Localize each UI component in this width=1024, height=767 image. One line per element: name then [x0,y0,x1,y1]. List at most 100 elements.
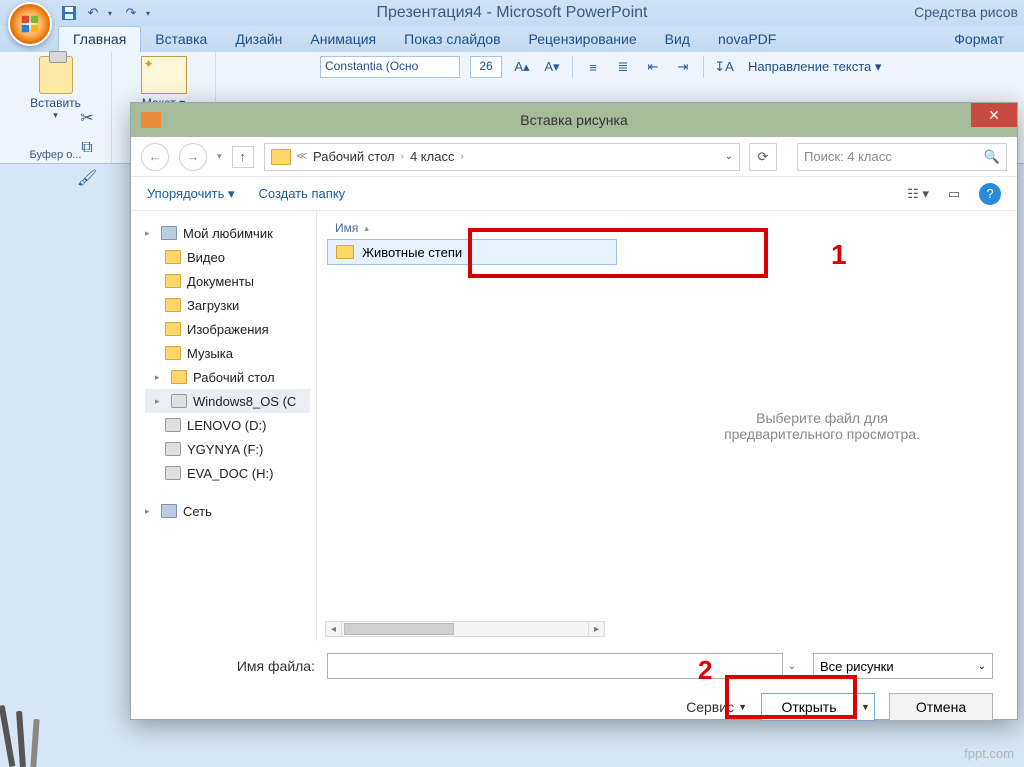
tree-lenovo[interactable]: LENOVO (D:) [145,413,310,437]
column-header-name[interactable]: Имя ▴ [327,217,617,239]
tab-home[interactable]: Главная [58,26,141,52]
filename-input[interactable] [327,653,783,679]
filename-dropdown-icon[interactable]: ⌄ [783,661,801,672]
folder-icon [271,149,291,165]
folder-icon [165,322,181,336]
dialog-footer: Имя файла: ⌄ Все рисунки ⌄ Сервис▼ Откры… [131,641,1017,733]
address-bar[interactable]: ≪ Рабочий стол › 4 класс › ⌄ [264,143,740,171]
file-type-filter[interactable]: Все рисунки ⌄ [813,653,993,679]
tree-music[interactable]: Музыка [145,341,310,365]
disk-icon [165,418,181,432]
window-title: Презентация4 - Microsoft PowerPoint [0,4,1024,22]
numbering-icon[interactable]: ≣ [613,57,633,77]
tree-ygynya[interactable]: YGYNYA (F:) [145,437,310,461]
scroll-right-icon[interactable]: ▸ [588,622,604,636]
tree-favorites[interactable]: ▸Мой любимчик [145,221,310,245]
tab-animation[interactable]: Анимация [296,27,390,52]
context-tools-label: Средства рисов [914,4,1018,20]
chevron-right-icon: ≪ [297,151,307,162]
chevron-down-icon: ▼ [738,702,747,712]
open-button[interactable]: Открыть ▼ [761,693,875,721]
grow-font-icon[interactable]: A▴ [512,57,532,77]
insert-picture-dialog: Вставка рисунка ✕ ← → ▾ ↑ ≪ Рабочий стол… [130,102,1018,720]
folder-icon [165,274,181,288]
copy-icon[interactable]: ⧉ [78,140,96,156]
shrink-font-icon[interactable]: A▾ [542,57,562,77]
text-direction-icon[interactable]: ↧A [714,57,734,77]
breadcrumb-4class[interactable]: 4 класс [410,149,455,164]
tree-windows8[interactable]: ▸Windows8_OS (C [145,389,310,413]
tree-video[interactable]: Видео [145,245,310,269]
disk-icon [165,442,181,456]
refresh-button[interactable]: ⟳ [749,143,777,171]
nav-back-button[interactable]: ← [141,143,169,171]
preview-pane-icon[interactable]: ▭ [943,183,965,205]
pencils-decoration [0,697,60,767]
list-item[interactable]: Животные степи [327,239,617,265]
tab-design[interactable]: Дизайн [221,27,296,52]
tree-evadoc[interactable]: EVA_DOC (H:) [145,461,310,485]
tree-images[interactable]: Изображения [145,317,310,341]
tab-review[interactable]: Рецензирование [515,27,651,52]
folder-icon [171,370,187,384]
tab-slideshow[interactable]: Показ слайдов [390,27,514,52]
paste-button[interactable]: Вставить ▾ [30,56,81,121]
new-folder-button[interactable]: Создать папку [259,186,346,201]
separator [572,56,573,78]
cut-icon[interactable]: ✂ [78,110,96,126]
file-list[interactable]: Имя ▴ Животные степи ◂ ▸ [317,211,627,641]
folder-icon [165,298,181,312]
dialog-title: Вставка рисунка [131,112,1017,128]
tree-downloads[interactable]: Загрузки [145,293,310,317]
tab-format[interactable]: Формат [940,27,1018,52]
scroll-left-icon[interactable]: ◂ [326,622,342,636]
history-dropdown-icon[interactable]: ▾ [217,151,222,162]
scroll-thumb[interactable] [344,623,454,635]
chevron-down-icon: ▾ [53,110,58,121]
preview-placeholder: Выберите файл для предварительного просм… [702,410,942,442]
text-direction-button[interactable]: Направление текста ▾ [744,57,885,77]
view-details-icon[interactable]: ☷ ▾ [907,183,929,205]
file-name: Животные степи [362,245,462,260]
watermark: fppt.com [964,746,1014,761]
breadcrumb-desktop[interactable]: Рабочий стол [313,149,395,164]
chevron-right-icon: › [460,151,463,162]
clipboard-group-label: Буфер о... [30,149,82,161]
open-split-dropdown[interactable]: ▼ [856,694,874,720]
close-button[interactable]: ✕ [971,103,1017,127]
folder-tree[interactable]: ▸Мой любимчик Видео Документы Загрузки И… [131,211,317,641]
cancel-button[interactable]: Отмена [889,693,993,721]
nav-forward-button[interactable]: → [179,143,207,171]
font-size-combo[interactable]: 26 [470,56,502,78]
disk-icon [171,394,187,408]
font-name-combo[interactable]: Constantia (Осно [320,56,460,78]
search-placeholder: Поиск: 4 класс [804,149,892,164]
horizontal-scrollbar[interactable]: ◂ ▸ [325,621,605,637]
folder-icon [336,245,354,259]
tree-desktop[interactable]: ▸Рабочий стол [145,365,310,389]
tab-novapdf[interactable]: novaPDF [704,27,790,52]
tab-view[interactable]: Вид [651,27,704,52]
tree-network[interactable]: ▸Сеть [145,499,310,523]
indent-left-icon[interactable]: ⇤ [643,57,663,77]
dialog-toolbar: Упорядочить ▾ Создать папку ☷ ▾ ▭ ? [131,177,1017,211]
computer-icon [161,226,177,240]
tools-button[interactable]: Сервис▼ [686,699,747,715]
disk-icon [165,466,181,480]
nav-up-button[interactable]: ↑ [232,146,254,168]
help-icon[interactable]: ? [979,183,1001,205]
tab-insert[interactable]: Вставка [141,27,221,52]
address-dropdown-icon[interactable]: ⌄ [725,151,733,162]
chevron-right-icon: › [401,151,404,162]
search-input[interactable]: Поиск: 4 класс 🔍 [797,143,1007,171]
bullets-icon[interactable]: ≡ [583,57,603,77]
new-slide-icon[interactable] [141,56,187,94]
office-button[interactable] [8,2,52,46]
indent-right-icon[interactable]: ⇥ [673,57,693,77]
format-painter-icon[interactable]: 🖌 [78,170,96,186]
tree-documents[interactable]: Документы [145,269,310,293]
quick-access-toolbar: ↶▾ ↷ ▾ Презентация4 - Microsoft PowerPoi… [0,0,1024,26]
dialog-titlebar[interactable]: Вставка рисунка ✕ [131,103,1017,137]
dialog-nav: ← → ▾ ↑ ≪ Рабочий стол › 4 класс › ⌄ ⟳ П… [131,137,1017,177]
organize-button[interactable]: Упорядочить ▾ [147,186,235,202]
